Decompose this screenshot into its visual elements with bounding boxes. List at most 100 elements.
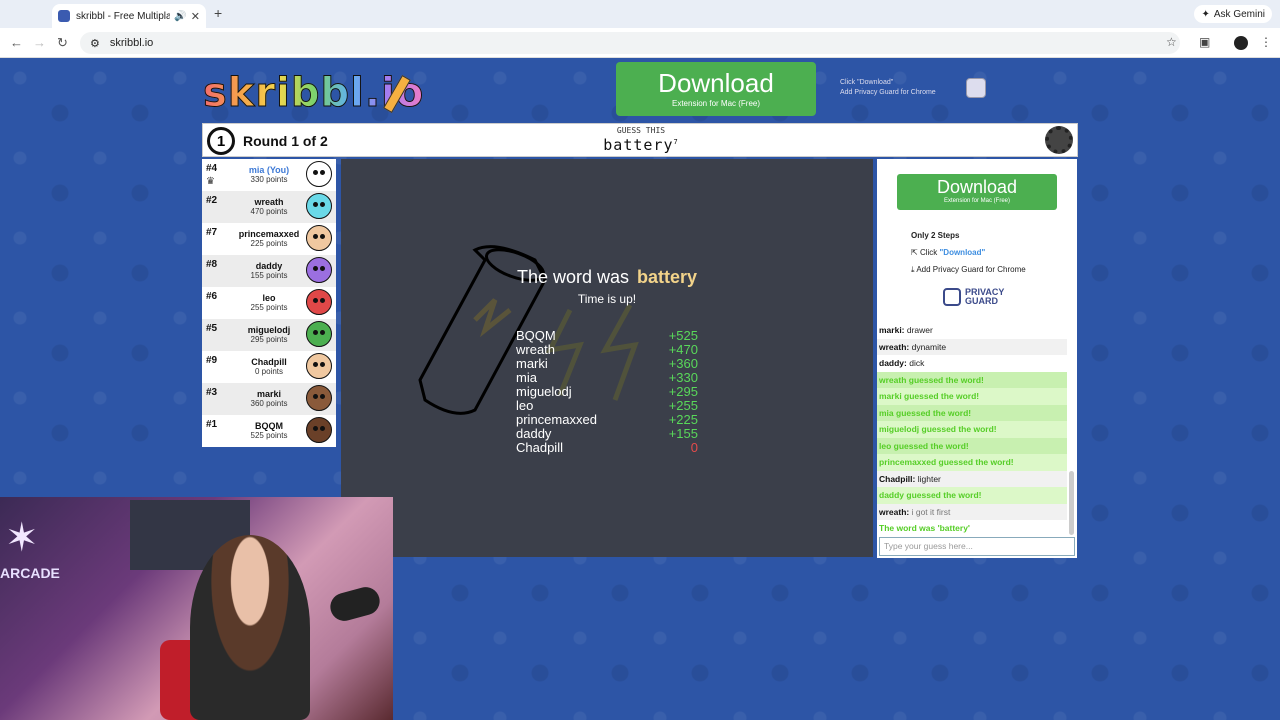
chat-message: wreath: i got it first: [877, 503, 1067, 520]
player-points: 0 points: [254, 367, 284, 376]
browser-tab[interactable]: skribbl - Free Multiplayer 🔊 ✕: [52, 4, 206, 28]
player-row[interactable]: #4 ♛ mia (You) 330 points: [202, 159, 336, 191]
guess-this-label: GUESS THIS: [616, 126, 666, 135]
chat-scrollbar[interactable]: [1069, 471, 1074, 535]
right-sidebar: Download Extension for Mac (Free) Only 2…: [877, 159, 1077, 558]
player-rank: #7: [206, 227, 218, 238]
ad-steps-top: Click "Download" Add Privacy Guard for C…: [840, 79, 936, 96]
score-points: +255: [668, 398, 698, 413]
tab-title: skribbl - Free Multiplayer: [76, 10, 171, 22]
reload-icon[interactable]: ↻: [57, 35, 68, 51]
download-ad-button-side[interactable]: Download Extension for Mac (Free): [897, 174, 1057, 210]
score-points: +360: [668, 356, 698, 371]
player-rank: #3: [206, 387, 218, 398]
streamer: [190, 535, 310, 720]
score-points: +225: [668, 412, 698, 427]
score-points: +295: [668, 384, 698, 399]
chat-text: dynamite: [909, 341, 947, 352]
chat-message: leo guessed the word!: [877, 437, 1067, 454]
site-info-icon[interactable]: ⚙: [90, 37, 100, 50]
score-row: wreath +470: [516, 343, 698, 357]
player-row[interactable]: #1 BQQM 525 points: [202, 415, 336, 447]
player-rank: #5: [206, 323, 218, 334]
score-row: daddy +155: [516, 427, 698, 441]
extensions-icon[interactable]: ▣: [1199, 35, 1210, 49]
chat-message: daddy: dick: [877, 355, 1067, 372]
player-rank: #9: [206, 355, 218, 366]
chat-author: Chadpill:: [879, 473, 916, 484]
player-rank: #6: [206, 291, 218, 302]
player-points: 155 points: [250, 271, 288, 280]
chat-text: dick: [906, 358, 925, 368]
player-avatar-icon: [306, 353, 332, 379]
player-row[interactable]: #7 princemaxxed 225 points: [202, 223, 336, 255]
chat-message: daddy guessed the word!: [877, 487, 1067, 504]
chat-text: i got it first: [909, 506, 951, 517]
score-player: princemaxxed: [516, 412, 597, 427]
player-rank: #1: [206, 419, 218, 430]
player-avatar-icon: [306, 161, 332, 187]
browser-toolbar: ← → ↻ ⚙ skribbl.io ☆ ▣ ⋮: [0, 28, 1280, 58]
chat-log: marki: drawer wreath: dynamite daddy: dick…: [877, 322, 1067, 534]
player-row[interactable]: #2 wreath 470 points: [202, 191, 336, 223]
time-up-text: Time is up!: [577, 292, 637, 306]
player-row[interactable]: #6 leo 255 points: [202, 287, 336, 319]
player-name: mia (You): [248, 165, 290, 175]
player-points: 295 points: [250, 335, 288, 344]
player-name: marki: [256, 389, 282, 399]
player-avatar-icon: [306, 257, 332, 283]
score-player: wreath: [516, 342, 556, 357]
forward-icon[interactable]: →: [33, 35, 46, 50]
score-player: leo: [516, 398, 534, 413]
address-bar[interactable]: ⚙ skribbl.io: [80, 32, 1180, 54]
score-player: BQQM: [516, 328, 556, 343]
player-name: leo: [262, 293, 276, 303]
guess-input[interactable]: Type your guess here...: [879, 537, 1075, 556]
word-reveal: The word was battery: [516, 267, 698, 287]
chat-message: The word was 'battery': [877, 520, 1067, 534]
player-rank: #2: [206, 195, 218, 206]
player-rank: #8: [206, 259, 218, 270]
score-points: +330: [668, 370, 698, 385]
player-avatar-icon: [306, 321, 332, 347]
new-tab-button[interactable]: +: [214, 5, 222, 21]
chat-author: wreath:: [879, 341, 910, 352]
close-tab-icon[interactable]: ✕: [191, 10, 200, 23]
settings-gear-icon[interactable]: [1045, 126, 1073, 154]
player-points: 225 points: [250, 239, 288, 248]
player-row[interactable]: #5 miguelodj 295 points: [202, 319, 336, 351]
speaker-icon[interactable]: 🔊: [174, 11, 186, 22]
chat-author: daddy:: [879, 358, 907, 368]
score-row: miguelodj +295: [516, 385, 698, 399]
score-points: +155: [668, 426, 698, 441]
score-points: +470: [668, 342, 698, 357]
back-icon[interactable]: ←: [10, 35, 23, 50]
cursor-click-icon: ⇱: [911, 248, 920, 257]
profile-avatar[interactable]: [1234, 36, 1248, 50]
player-avatar-icon: [306, 385, 332, 411]
player-list: #4 ♛ mia (You) 330 points #2 wreath 470 points…: [202, 159, 336, 447]
download-ad-button-top[interactable]: Download Extension for Mac (Free): [616, 62, 816, 116]
score-row: mia +330: [516, 371, 698, 385]
chat-message: wreath guessed the word!: [877, 371, 1067, 388]
score-row: princemaxxed +225: [516, 413, 698, 427]
chat-message: wreath: dynamite: [877, 338, 1067, 355]
score-row: leo +255: [516, 399, 698, 413]
player-name: daddy: [255, 261, 283, 271]
player-row[interactable]: #3 marki 360 points: [202, 383, 336, 415]
player-row[interactable]: #9 Chadpill 0 points: [202, 351, 336, 383]
ad-steps: Only 2 Steps ⇱ Click "Download" ⤓ Add Pr…: [911, 231, 1026, 274]
player-rank: #4: [206, 163, 218, 174]
player-points: 360 points: [250, 399, 288, 408]
bookmark-star-icon[interactable]: ☆: [1166, 35, 1177, 49]
player-row[interactable]: #8 daddy 155 points: [202, 255, 336, 287]
ask-gemini-button[interactable]: ✦ Ask Gemini: [1194, 5, 1272, 23]
game-topbar: 1 Round 1 of 2 GUESS THIS battery7: [202, 123, 1078, 157]
chat-message: princemaxxed guessed the word!: [877, 454, 1067, 471]
player-avatar-icon: [306, 289, 332, 315]
chat-message: marki guessed the word!: [877, 388, 1067, 405]
player-points: 525 points: [250, 431, 288, 440]
menu-dots-icon[interactable]: ⋮: [1260, 35, 1272, 49]
player-name: BQQM: [255, 421, 283, 431]
chat-message: marki: drawer: [877, 322, 1067, 339]
